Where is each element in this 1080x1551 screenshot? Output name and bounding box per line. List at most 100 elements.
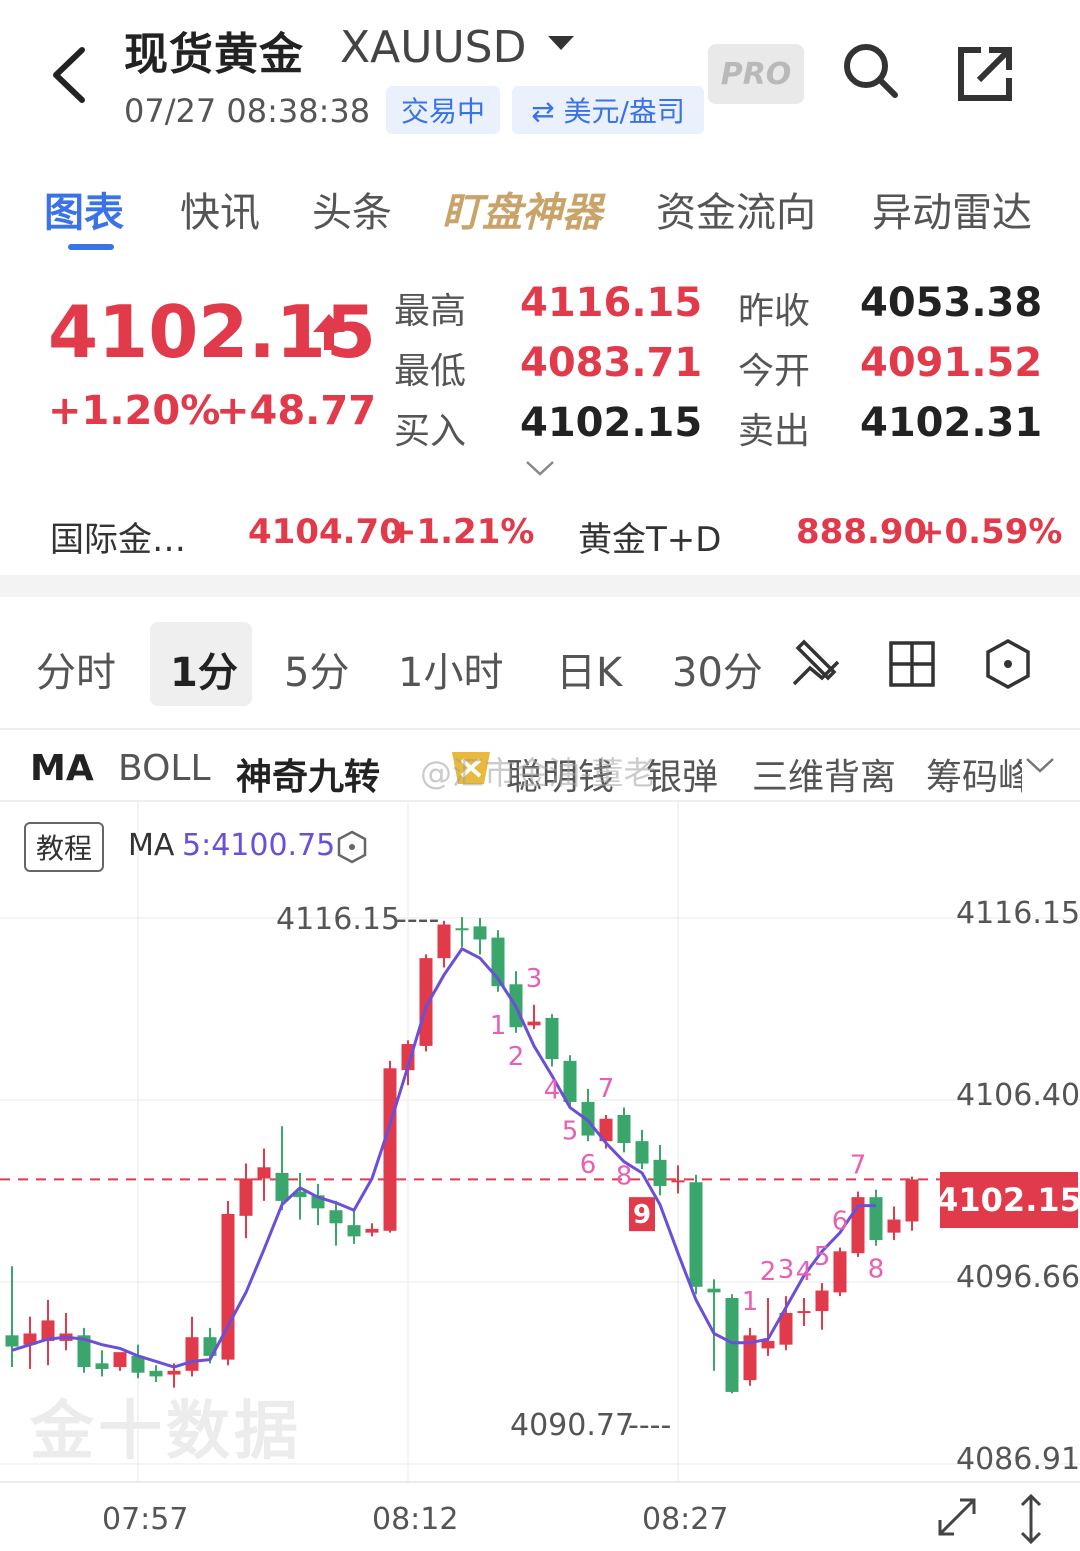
- y-axis-label: 4096.66: [956, 1260, 1080, 1295]
- indicator-tab-silver-bullet[interactable]: 银弹: [646, 748, 718, 800]
- tab-headlines[interactable]: 头条: [312, 180, 392, 238]
- td-sequence-label: 1: [742, 1287, 759, 1317]
- td-sequence-label: 1: [490, 1011, 507, 1041]
- td-sequence-label: 8: [616, 1161, 633, 1191]
- td-sequence-label: 6: [832, 1207, 849, 1237]
- candle-body: [797, 1311, 811, 1314]
- layout-button[interactable]: [888, 640, 936, 688]
- high-marker-label: 4116.15: [276, 902, 401, 937]
- period-tab-1m[interactable]: 1分: [170, 640, 238, 698]
- weibo-watermark: @汇市金油-董老: [420, 754, 656, 792]
- open-label: 今开: [738, 351, 811, 392]
- candle-body: [167, 1370, 181, 1375]
- related-value-2: 888.90: [796, 512, 928, 552]
- hexagon-settings-icon: [986, 639, 1030, 689]
- td-sequence-label: 5: [814, 1242, 831, 1272]
- period-tab-1h[interactable]: 1小时: [398, 640, 503, 698]
- td-sequence-label: 4: [796, 1257, 813, 1287]
- candle-body: [239, 1178, 253, 1216]
- change-percent: +1.20%: [48, 388, 221, 434]
- search-button[interactable]: [840, 40, 900, 100]
- indicator-tab-boll[interactable]: BOLL: [118, 748, 211, 789]
- ma-settings-button[interactable]: [336, 830, 368, 868]
- current-price-tag: 4102.15: [936, 1172, 1080, 1228]
- ask-value: 4102.31: [860, 400, 1043, 446]
- x-axis-label: 07:57: [102, 1502, 189, 1537]
- grid-layout-icon: [889, 641, 935, 687]
- unit-toggle[interactable]: ⇄ 美元/盎司: [512, 86, 704, 134]
- vertical-resize-button[interactable]: [1008, 1492, 1054, 1546]
- candle-body: [365, 1228, 379, 1233]
- candle-body: [275, 1172, 289, 1201]
- chart-settings-button[interactable]: [984, 638, 1032, 690]
- tab-capital-flow[interactable]: 资金流向: [656, 180, 816, 238]
- indicator-tab-chip-peak[interactable]: 筹码峰: [926, 748, 1022, 800]
- chevron-down-icon: [526, 461, 554, 476]
- brand-watermark: 金十数据: [30, 1395, 302, 1469]
- related-change-2: +0.59%: [916, 512, 1063, 552]
- x-axis-label: 08:12: [372, 1502, 459, 1537]
- high-marker-dash: ----: [396, 902, 440, 937]
- candle-body: [653, 1159, 667, 1186]
- candle-body: [329, 1210, 343, 1224]
- back-button[interactable]: [44, 40, 104, 110]
- caret-down-icon[interactable]: [548, 36, 574, 58]
- period-tab-timeshare[interactable]: 分时: [36, 640, 116, 698]
- drawing-tool-button[interactable]: [790, 634, 842, 690]
- tab-monitor[interactable]: 盯盘神器: [442, 180, 602, 238]
- related-value-1: 4104.70: [248, 512, 403, 552]
- tab-active-indicator: [68, 244, 114, 250]
- td-sequence-label: 3: [526, 964, 543, 994]
- indicator-tab-3d-divergence[interactable]: 三维背离: [752, 748, 896, 800]
- candle-body: [707, 1288, 721, 1293]
- candle-body: [761, 1340, 775, 1349]
- td-sequence-label: 7: [850, 1151, 867, 1181]
- indicator-tab-ma[interactable]: MA: [30, 748, 94, 789]
- related-name-1[interactable]: 国际金…: [50, 512, 186, 561]
- period-tab-5m[interactable]: 5分: [284, 640, 349, 698]
- tab-flash[interactable]: 快讯: [180, 180, 260, 238]
- page-title: 现货黄金: [124, 29, 304, 80]
- indicator-tab-td9[interactable]: 神奇九转: [236, 748, 380, 800]
- td-sequence-label: 3: [778, 1255, 795, 1285]
- candle-body: [95, 1363, 109, 1369]
- ma5-value: 5:4100.75: [182, 828, 336, 863]
- related-change-1: +1.21%: [388, 512, 535, 552]
- fullscreen-button[interactable]: [932, 1492, 982, 1542]
- tab-anomaly-radar[interactable]: 异动雷达: [872, 180, 1032, 238]
- bid-label: 买入: [394, 411, 467, 452]
- ask-label: 卖出: [738, 411, 811, 452]
- td-sequence-label: 5: [562, 1117, 579, 1147]
- candle-body: [257, 1167, 271, 1179]
- bid-value: 4102.15: [520, 400, 703, 446]
- tab-chart[interactable]: 图表: [44, 180, 124, 238]
- candle-body: [437, 924, 451, 959]
- period-tab-30m[interactable]: 30分: [672, 640, 763, 698]
- tutorial-button[interactable]: 教程: [24, 822, 104, 872]
- pro-badge[interactable]: PRO: [708, 44, 804, 104]
- candle-body: [545, 1017, 559, 1059]
- share-button[interactable]: [955, 44, 1015, 104]
- candle-body: [455, 928, 469, 931]
- related-name-2[interactable]: 黄金T+D: [578, 512, 721, 561]
- prev-close-value: 4053.38: [860, 280, 1043, 326]
- trading-status-badge: 交易中: [386, 86, 500, 134]
- candle-body: [473, 926, 487, 940]
- td-sequence-label: 8: [868, 1255, 885, 1285]
- more-indicators-button[interactable]: [1024, 754, 1056, 780]
- candle-body: [905, 1179, 919, 1222]
- candle-body: [833, 1251, 847, 1293]
- candle-body: [419, 958, 433, 1046]
- period-tab-daily[interactable]: 日K: [556, 640, 622, 698]
- symbol-selector[interactable]: XAUUSD: [340, 22, 526, 73]
- low-value: 4083.71: [520, 340, 703, 386]
- candle-body: [5, 1335, 19, 1347]
- candle-body: [815, 1290, 829, 1312]
- change-amount: +48.77: [216, 388, 377, 434]
- td-sequence-label: 9: [633, 1200, 651, 1230]
- chevron-down-icon: [1026, 758, 1054, 773]
- low-label: 最低: [394, 351, 467, 392]
- x-axis-label: 08:27: [642, 1502, 729, 1537]
- expand-quote-button[interactable]: [524, 458, 556, 482]
- section-divider: [0, 575, 1080, 597]
